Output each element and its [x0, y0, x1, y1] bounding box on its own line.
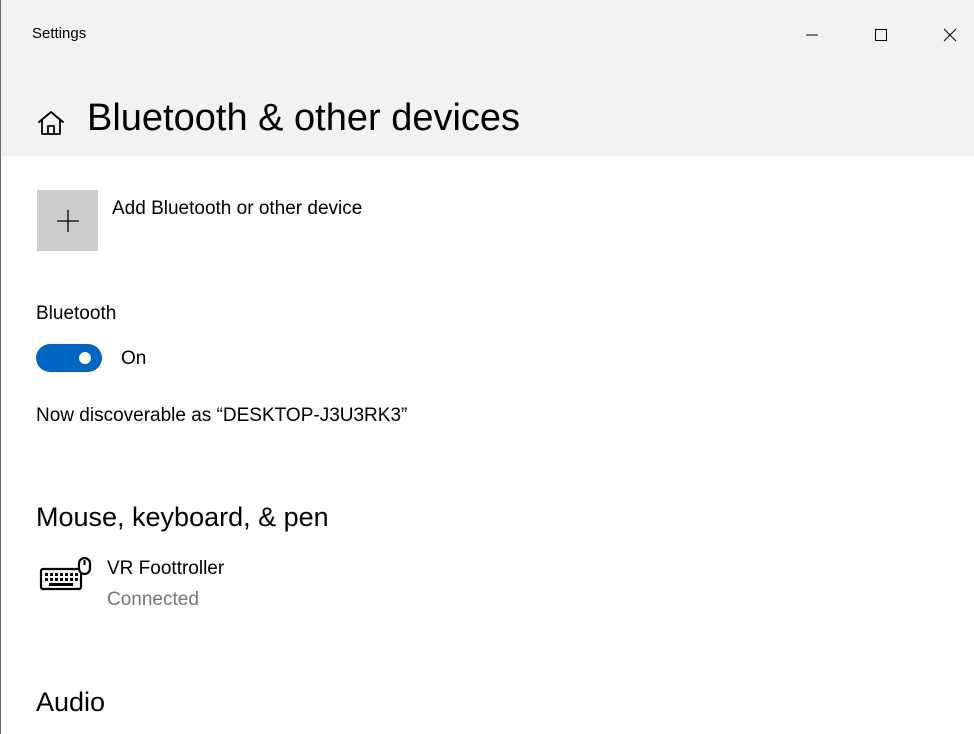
bluetooth-label: Bluetooth [36, 303, 117, 324]
window-title: Settings [32, 25, 87, 42]
maximize-icon [875, 29, 887, 41]
section-title-audio: Audio [36, 687, 106, 717]
section-title-mouse-keyboard-pen: Mouse, keyboard, & pen [36, 502, 329, 532]
add-device-label: Add Bluetooth or other device [112, 198, 363, 219]
page-title: Bluetooth & other devices [87, 97, 521, 139]
device-name: VR Foottroller [107, 558, 225, 579]
maximize-button[interactable] [858, 15, 904, 55]
plus-icon [57, 210, 79, 232]
add-device-button[interactable]: Add Bluetooth or other device [37, 190, 537, 252]
bluetooth-toggle[interactable] [36, 344, 102, 372]
device-item[interactable]: VR Foottroller Connected [37, 556, 437, 616]
close-icon [943, 28, 957, 42]
home-icon[interactable] [36, 108, 66, 138]
page-header: Bluetooth & other devices [1, 70, 974, 156]
device-status: Connected [107, 589, 199, 610]
keyboard-mouse-icon [39, 556, 92, 591]
bluetooth-toggle-state: On [121, 348, 147, 369]
title-bar: Settings [1, 0, 974, 70]
close-button[interactable] [927, 15, 973, 55]
settings-window: Settings Bluetooth & other devices Add B… [0, 0, 974, 734]
add-device-tile [37, 190, 98, 251]
minimize-button[interactable] [789, 15, 835, 55]
discoverable-text: Now discoverable as “DESKTOP-J3U3RK3” [36, 405, 408, 426]
minimize-icon [806, 34, 818, 36]
toggle-knob [79, 352, 91, 364]
